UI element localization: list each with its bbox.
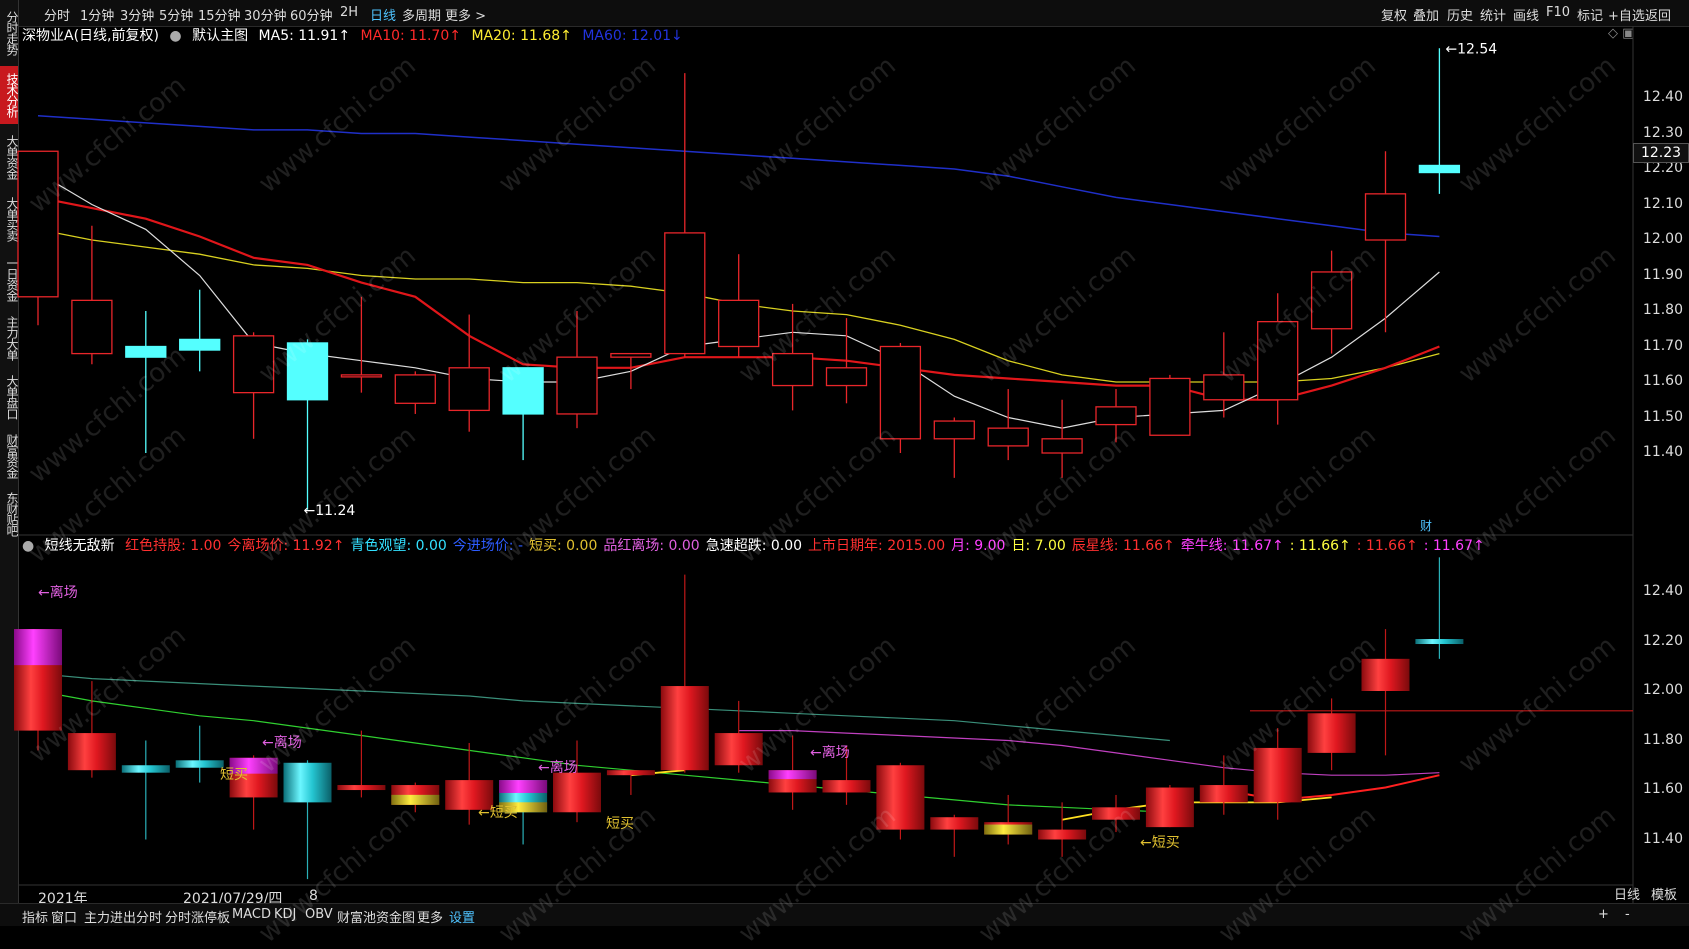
sub-axis-tick: 12.40	[1642, 583, 1683, 599]
candle-body	[394, 374, 436, 404]
sub-candle-body	[1361, 658, 1410, 691]
sub-candle-body	[553, 772, 601, 813]
bottom-tab-8[interactable]: 更多	[417, 907, 443, 926]
date-label-month: 8	[309, 888, 318, 904]
bottom-toolbar: 指标 窗口 主力进出分时 分时涨停板 MACD KDJ OBV 财富池资金图 更多 设置 日线 模板 +…	[0, 888, 1689, 926]
bottom-tab-9[interactable]: 设置	[449, 907, 475, 926]
candle-body	[987, 427, 1029, 447]
bottom-tab-7[interactable]: 财富池资金图	[337, 907, 415, 926]
finance-marker: 财	[1420, 519, 1432, 533]
sub-candle-yellow-base	[984, 824, 1033, 835]
signal-label-2: ←离场	[538, 759, 578, 776]
bottom-tab-2[interactable]: 主力进出分时	[84, 907, 162, 926]
bottom-right-control-3[interactable]: -	[1625, 907, 1630, 922]
candle-body	[1418, 164, 1461, 174]
sub-price-axis: 12.40 12.20 12.00 11.80 11.60 11.40	[1631, 0, 1689, 900]
candle-body	[71, 299, 113, 355]
bottom-tab-1[interactable]: 窗口	[51, 907, 77, 926]
sub-axis-tick: 12.00	[1642, 682, 1683, 698]
signal-label-4: 短买	[220, 767, 248, 783]
sub-axis-tick: 11.60	[1642, 781, 1683, 797]
signal-label-7: ←短买	[1140, 835, 1180, 851]
candle-body	[933, 420, 975, 440]
bottom-right-control-0[interactable]: 日线	[1614, 884, 1640, 903]
sub-lower-line	[37, 690, 1170, 813]
sub-candle-magenta-cap	[14, 629, 62, 666]
sub-candle-body	[822, 780, 871, 793]
sub-candle-body	[175, 760, 224, 768]
sub-candle-body	[660, 686, 709, 771]
candle-body	[1203, 374, 1245, 401]
signal-label-3: ←离场	[810, 744, 850, 761]
signal-label-1: ←离场	[262, 734, 302, 751]
candle-body	[664, 232, 706, 355]
candle-body	[232, 335, 275, 394]
sub-candle-body	[121, 765, 170, 773]
candle-body	[1041, 438, 1083, 454]
candle-body	[1257, 320, 1299, 401]
current-price-tag: 12.23	[1633, 143, 1689, 163]
candle-body	[125, 345, 167, 358]
candle-body	[179, 338, 221, 351]
min-price-label: ←11.24	[304, 503, 356, 519]
sub-candle-body	[1145, 787, 1194, 828]
bottom-tab-0[interactable]: 指标	[22, 907, 48, 926]
max-price-label: ←12.54	[1445, 41, 1497, 57]
sub-candle-body	[1092, 807, 1140, 820]
ma60-line	[37, 115, 1440, 238]
bottom-right-control-2[interactable]: +	[1598, 907, 1609, 922]
sub-candle-body	[714, 733, 763, 766]
sub-axis-tick: 11.80	[1642, 731, 1683, 748]
candle-body	[825, 367, 868, 387]
sub-candle-body	[1253, 747, 1302, 803]
candle-body	[340, 374, 383, 378]
candle-body	[1149, 377, 1191, 436]
candle-body	[502, 367, 544, 415]
candle-body	[1364, 193, 1407, 241]
candle-body	[17, 150, 59, 298]
signal-label-0: ←离场	[38, 584, 78, 601]
sub-candle-body	[1038, 829, 1087, 840]
sub-upper-line	[37, 673, 1170, 742]
bottom-tab-3[interactable]: 分时涨停板	[165, 907, 230, 926]
signal-label-5: ←短买	[478, 805, 518, 821]
sub-axis-tick: 11.40	[1642, 830, 1683, 847]
bottom-tab-5[interactable]: KDJ	[274, 907, 296, 922]
sub-candle-magenta-cap	[768, 770, 817, 780]
sub-candle-body	[337, 785, 386, 791]
candle-body	[1095, 406, 1137, 426]
bottom-tab-6[interactable]: OBV	[305, 907, 333, 922]
sub-axis-tick: 12.20	[1642, 632, 1683, 649]
candle-body	[771, 352, 814, 387]
sub-candle-body	[283, 762, 332, 803]
candle-body	[448, 367, 490, 412]
bottom-tab-4[interactable]: MACD	[232, 907, 271, 922]
sub-candle-body	[1307, 713, 1356, 753]
sub-candle-body	[1199, 785, 1248, 803]
kline-chart[interactable]: ←12.54←11.24财←离场←离场←离场←离场短买←短买短买←短买	[0, 0, 1689, 925]
candle-body	[286, 342, 329, 401]
sub-candle-body	[67, 733, 116, 771]
sub-candle-yellow-base	[391, 794, 440, 805]
sub-candle-body	[1415, 639, 1464, 645]
candle-body	[556, 356, 598, 415]
bottom-right-control-1[interactable]: 模板	[1651, 884, 1677, 903]
candle-body	[718, 299, 760, 348]
candle-body	[1310, 271, 1353, 330]
sub-candle-body	[930, 817, 979, 830]
candle-body	[610, 352, 652, 358]
sub-candle-magenta-cap	[499, 780, 548, 793]
sub-candle-body	[876, 765, 925, 830]
candle-body	[879, 345, 922, 440]
sub-candle-body	[606, 770, 655, 776]
signal-label-6: 短买	[606, 816, 634, 832]
